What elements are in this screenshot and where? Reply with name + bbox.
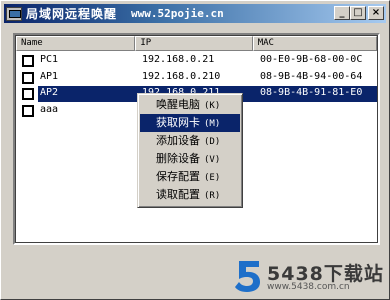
menu-item-load-config[interactable]: 读取配置 (R) bbox=[140, 186, 240, 204]
menu-item-save-config[interactable]: 保存配置 (E) bbox=[140, 168, 240, 186]
row-checkbox[interactable] bbox=[22, 105, 34, 117]
row-mac: 00-E0-9B-68-00-0C bbox=[260, 54, 363, 65]
menu-item-wake-computer[interactable]: 唤醒电脑 (K) bbox=[140, 96, 240, 114]
row-checkbox[interactable] bbox=[22, 88, 34, 100]
row-mac: 08-9B-4B-94-00-64 bbox=[260, 71, 363, 82]
row-mac: 08-9B-4B-91-81-E0 bbox=[260, 87, 363, 98]
menu-item-get-nic[interactable]: 获取网卡 (M) bbox=[140, 114, 240, 132]
watermark-logo-icon bbox=[235, 261, 260, 292]
column-header-ip[interactable]: IP bbox=[135, 36, 253, 51]
table-row[interactable]: PC1 192.168.0.21 00-E0-9B-68-00-0C bbox=[16, 53, 378, 69]
row-checkbox[interactable] bbox=[22, 55, 34, 67]
row-ip: 192.168.0.21 bbox=[142, 54, 215, 65]
window-controls: _ □ × bbox=[334, 6, 384, 20]
row-name: AP2 bbox=[40, 87, 59, 98]
row-ip: 192.168.0.210 bbox=[142, 71, 221, 82]
window-title-url: www.52pojie.cn bbox=[131, 7, 224, 20]
table-row[interactable]: AP1 192.168.0.210 08-9B-4B-94-00-64 bbox=[16, 70, 378, 86]
app-icon bbox=[6, 6, 22, 21]
list-header: Name IP MAC bbox=[16, 36, 377, 51]
column-header-name[interactable]: Name bbox=[16, 36, 136, 51]
context-menu: 唤醒电脑 (K) 获取网卡 (M) 添加设备 (D) 删除设备 (V) 保存配置 (E) … bbox=[137, 93, 243, 208]
row-checkbox[interactable] bbox=[22, 72, 34, 84]
row-name: aaa bbox=[40, 104, 59, 115]
row-name: AP1 bbox=[40, 71, 59, 82]
menu-item-delete-device[interactable]: 删除设备 (V) bbox=[140, 150, 240, 168]
close-button[interactable]: × bbox=[368, 6, 384, 20]
watermark: 5438下载站 www.5438.com.cn bbox=[233, 259, 383, 295]
minimize-button[interactable]: _ bbox=[334, 6, 350, 20]
app-window: 局域网远程唤醒 www.52pojie.cn _ □ × Name IP MAC… bbox=[0, 0, 390, 300]
window-title: 局域网远程唤醒 bbox=[26, 7, 118, 21]
column-header-mac[interactable]: MAC bbox=[252, 36, 377, 51]
maximize-button[interactable]: □ bbox=[350, 6, 366, 20]
title-bar[interactable]: 局域网远程唤醒 www.52pojie.cn _ □ × bbox=[4, 4, 386, 23]
row-name: PC1 bbox=[40, 54, 59, 65]
menu-item-add-device[interactable]: 添加设备 (D) bbox=[140, 132, 240, 150]
watermark-url: www.5438.com.cn bbox=[267, 282, 350, 292]
